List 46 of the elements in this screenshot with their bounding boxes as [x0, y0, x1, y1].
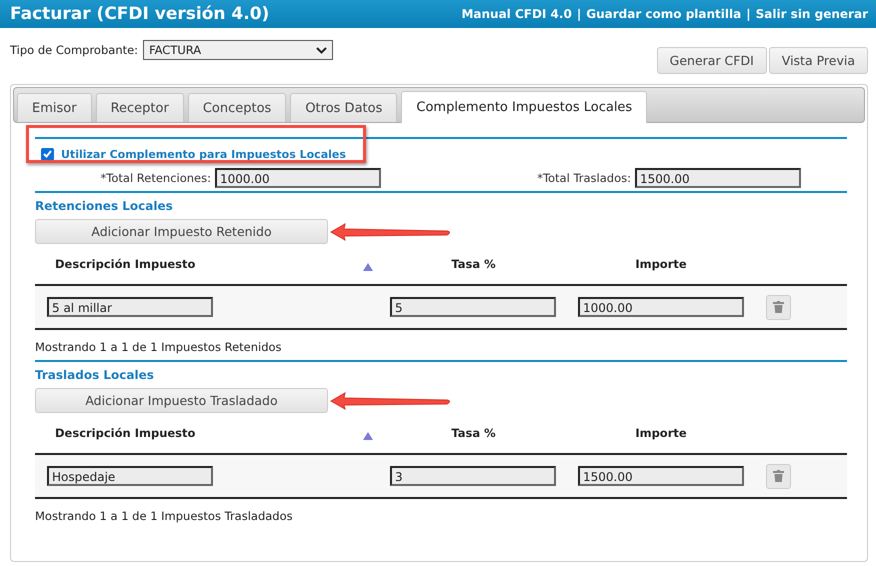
section-title: Retenciones Locales [35, 198, 174, 215]
sort-arrow-icon[interactable] [363, 263, 373, 271]
column-header[interactable]: Importe [635, 257, 687, 271]
separator-text: | [576, 7, 582, 21]
header-link[interactable]: Guardar como plantilla [586, 7, 742, 21]
delete-button[interactable] [766, 464, 791, 488]
trash-icon [773, 470, 784, 482]
description-field[interactable]: 5 al millar [47, 297, 213, 317]
delete-button[interactable] [766, 294, 791, 320]
description-field[interactable]: Hospedaje [47, 466, 213, 486]
action-button[interactable]: Generar CFDI [656, 47, 767, 74]
rate-field[interactable]: 3 [390, 466, 556, 486]
field-label: *Total Retenciones: [100, 171, 211, 185]
section-title: Traslados Locales [35, 367, 155, 384]
separator-text: | [746, 7, 751, 21]
header-link[interactable]: Manual CFDI 4.0 [461, 7, 572, 21]
add-tax-button[interactable]: Adicionar Impuesto Retenido [35, 219, 328, 244]
trash-icon [773, 301, 784, 313]
column-header[interactable]: Descripción Impuesto [35, 426, 196, 440]
tab[interactable]: Receptor [96, 93, 184, 122]
add-tax-button[interactable]: Adicionar Impuesto Trasladado [35, 388, 328, 413]
tab[interactable]: Conceptos [188, 93, 286, 122]
window-title: Facturar (CFDI versión 4.0) [10, 4, 270, 24]
record-count-text: Mostrando 1 a 1 de 1 Impuestos Trasladados [35, 508, 294, 523]
amount-field[interactable]: 1500.00 [578, 466, 744, 486]
record-count-text: Mostrando 1 a 1 de 1 Impuestos Retenidos [35, 339, 283, 354]
header-link[interactable]: Salir sin generar [756, 7, 868, 21]
sort-arrow-icon[interactable] [363, 432, 373, 440]
field-label: Tipo de Comprobante: [10, 42, 138, 59]
column-header[interactable]: Importe [635, 426, 687, 440]
column-header[interactable]: Tasa % [451, 426, 496, 440]
tab[interactable]: Emisor [17, 93, 92, 122]
checkbox-label[interactable]: Utilizar Complemento para Impuestos Locales [61, 148, 346, 160]
rate-field[interactable]: 5 [390, 297, 556, 317]
tab[interactable]: Complemento Impuestos Locales [401, 91, 648, 123]
amount-field[interactable]: 1000.00 [578, 297, 744, 317]
column-header[interactable]: Tasa % [451, 257, 496, 271]
action-button[interactable]: Vista Previa [768, 47, 868, 74]
voucher-type-select[interactable]: FACTURA [143, 40, 334, 60]
checkbox[interactable] [41, 148, 54, 160]
column-header[interactable]: Descripción Impuesto [35, 257, 196, 271]
tab[interactable]: Otros Datos [290, 93, 398, 122]
total-field[interactable]: 1000.00 [215, 168, 381, 188]
total-field[interactable]: 1500.00 [635, 168, 801, 188]
chevron-down-icon [316, 46, 328, 54]
field-label: *Total Traslados: [537, 171, 631, 185]
